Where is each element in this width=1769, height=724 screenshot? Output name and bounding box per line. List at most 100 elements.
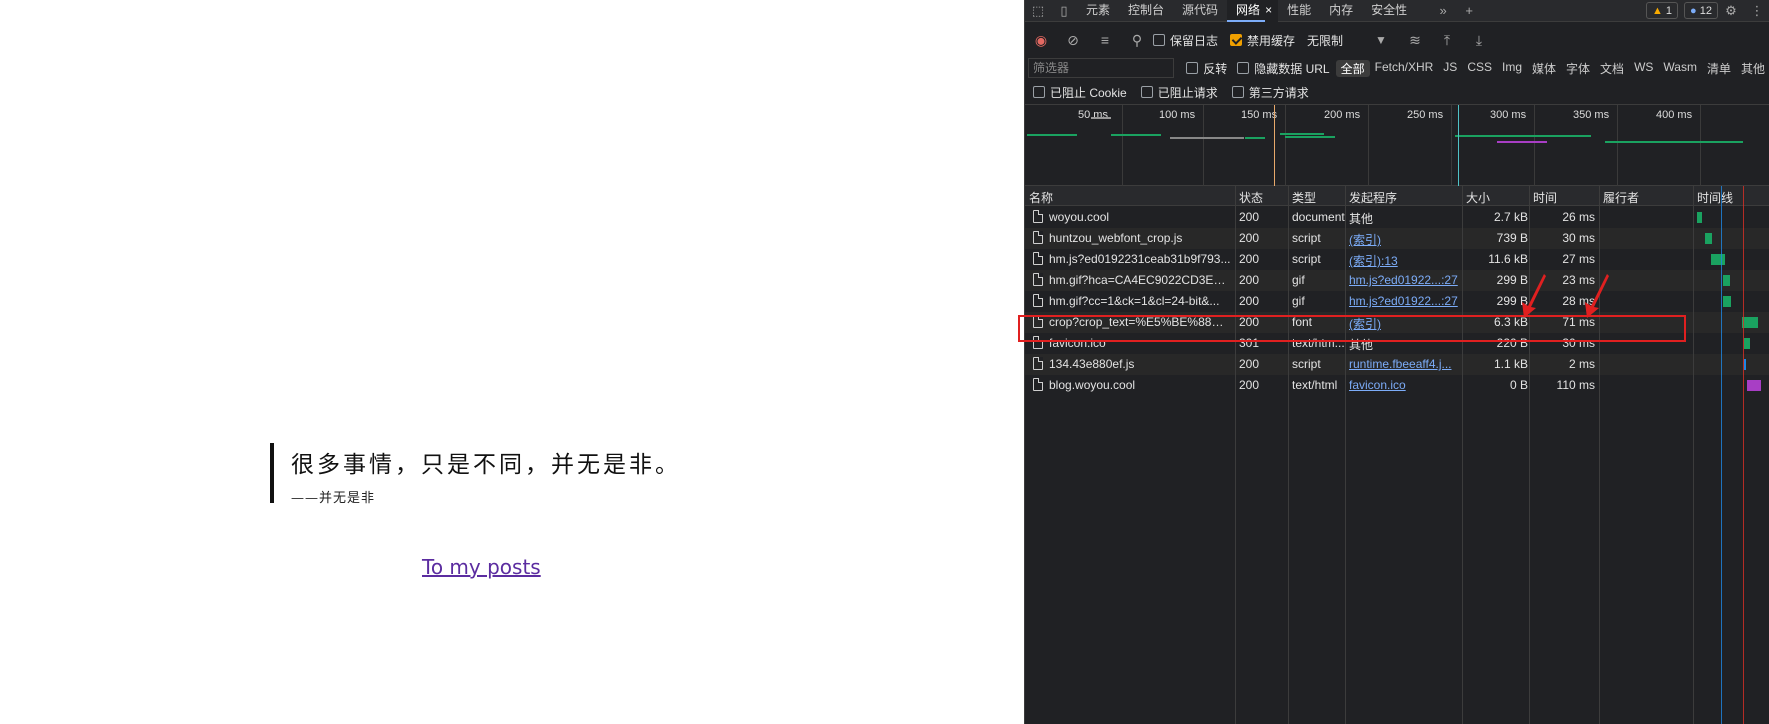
customize-icon[interactable]: ⋮: [1744, 3, 1769, 19]
filter-input[interactable]: 筛选器: [1028, 58, 1175, 78]
type-filter-6[interactable]: 字体: [1561, 60, 1595, 77]
invert-checkbox[interactable]: 反转: [1186, 60, 1227, 77]
messages-badge[interactable]: ● 12: [1684, 2, 1718, 19]
blocked-cookies-checkbox[interactable]: 已阻止 Cookie: [1033, 84, 1127, 101]
column-header[interactable]: 类型: [1292, 189, 1316, 206]
request-table: 名称 状态 类型 发起程序 大小 时间 履行者 时间线 woyou.cool 200 docume…: [1025, 186, 1769, 724]
overview-bar: [1605, 141, 1743, 143]
type-filter-1[interactable]: Fetch/XHR: [1370, 60, 1439, 77]
overview-tick: 100 ms: [1159, 109, 1196, 121]
table-row[interactable]: woyou.cool 200 document 其他 2.7 kB 26 ms: [1025, 207, 1769, 228]
hide-data-urls-checkbox[interactable]: 隐藏数据 URL: [1237, 60, 1330, 77]
cell-time: 30 ms: [1562, 336, 1595, 350]
table-row[interactable]: huntzou_webfont_crop.js 200 script (索引) 739 …: [1025, 228, 1769, 249]
blocked-requests-checkbox[interactable]: 已阻止请求: [1140, 84, 1218, 101]
overview-gridline: [1534, 105, 1535, 187]
warnings-count: 1: [1665, 5, 1673, 17]
type-filter-10[interactable]: 清单: [1702, 60, 1736, 77]
table-row[interactable]: favicon.ico 301 text/htm... 其他 220 B 30 ms: [1025, 333, 1769, 354]
throttle-select[interactable]: 无限制 ▼: [1307, 32, 1387, 49]
table-row[interactable]: crop?crop_text=%E5%BE%88%E... 200 font (索引)…: [1025, 312, 1769, 333]
column-header[interactable]: 时间线: [1697, 189, 1733, 206]
message-icon: ●: [1690, 5, 1697, 17]
column-header[interactable]: 发起程序: [1349, 189, 1397, 206]
blocked-requests-box[interactable]: [1140, 86, 1153, 98]
warnings-badge[interactable]: ▲ 1: [1645, 2, 1679, 19]
table-row[interactable]: 134.43e880ef.js 200 script runtime.fbeeaff4…: [1025, 354, 1769, 375]
column-header[interactable]: 履行者: [1603, 189, 1639, 206]
tab-0[interactable]: 元素: [1077, 0, 1119, 22]
filter-icon[interactable]: ≡: [1089, 32, 1121, 48]
tab-1[interactable]: 控制台: [1119, 0, 1173, 22]
more-tabs-icon[interactable]: »: [1430, 3, 1456, 18]
column-header[interactable]: 时间: [1533, 189, 1557, 206]
table-row[interactable]: blog.woyou.cool 200 text/html favicon.ico 0 …: [1025, 375, 1769, 396]
cell-name: favicon.ico: [1049, 336, 1106, 350]
overview-tick: 400 ms: [1656, 109, 1693, 121]
column-header[interactable]: 大小: [1466, 189, 1490, 206]
overview-tick: 150 ms: [1241, 109, 1278, 121]
cell-initiator: 其他: [1349, 212, 1374, 226]
cell-time: 110 ms: [1556, 378, 1595, 392]
table-row[interactable]: hm.js?ed0192231ceab31b9f793... 200 script (…: [1025, 249, 1769, 270]
type-filter-9[interactable]: Wasm: [1658, 60, 1702, 77]
type-filter-2[interactable]: JS: [1438, 60, 1462, 77]
cell-initiator[interactable]: hm.js?ed01922...:27: [1349, 273, 1459, 287]
overview-gridline: [1122, 105, 1123, 187]
gear-icon[interactable]: ⚙: [1718, 3, 1744, 19]
tab-5[interactable]: 内存: [1320, 0, 1362, 22]
table-row[interactable]: hm.gif?hca=CA4EC9022CD3ECD... 200 gif hm.js…: [1025, 270, 1769, 291]
cell-initiator[interactable]: favicon.ico: [1349, 378, 1459, 392]
network-conditions-icon[interactable]: ≋: [1399, 32, 1431, 49]
cell-initiator[interactable]: runtime.fbeeaff4.j...: [1349, 357, 1459, 371]
disable-cache-box[interactable]: [1230, 34, 1243, 46]
preserve-log-box[interactable]: [1153, 34, 1165, 46]
tab-6[interactable]: 安全性: [1362, 0, 1416, 22]
file-icon: [1033, 357, 1043, 370]
hide-data-urls-box[interactable]: [1237, 62, 1250, 74]
table-row[interactable]: hm.gif?cc=1&ck=1&cl=24-bit&... 200 gif hm.j…: [1025, 291, 1769, 312]
third-party-checkbox[interactable]: 第三方请求: [1231, 84, 1309, 101]
disable-cache-checkbox[interactable]: 禁用缓存: [1230, 32, 1295, 49]
preserve-log-checkbox[interactable]: 保留日志: [1153, 32, 1218, 49]
network-overview[interactable]: 50 ms 100 ms 150 ms 200 ms 250 ms 300 ms 350 m…: [1025, 104, 1769, 187]
clear-icon[interactable]: ⊘: [1057, 32, 1089, 49]
add-tab-icon[interactable]: +: [1456, 3, 1482, 18]
overview-tick: 300 ms: [1490, 109, 1527, 121]
overview-gridline: [1617, 105, 1618, 187]
cell-initiator[interactable]: hm.js?ed01922...:27: [1349, 294, 1459, 308]
cell-status: 200: [1239, 378, 1260, 392]
cell-size: 6.3 kB: [1493, 315, 1528, 329]
column-header[interactable]: 名称: [1029, 189, 1053, 206]
cell-time: 26 ms: [1562, 210, 1595, 224]
table-header: 名称 状态 类型 发起程序 大小 时间 履行者 时间线: [1025, 186, 1769, 206]
tab-2[interactable]: 源代码: [1173, 0, 1227, 22]
export-har-icon[interactable]: ⤓: [1463, 32, 1495, 49]
waterfall-bar: [1723, 275, 1730, 286]
close-icon[interactable]: ×: [1265, 0, 1279, 22]
third-party-box[interactable]: [1231, 86, 1244, 98]
type-filter-8[interactable]: WS: [1629, 60, 1658, 77]
type-filter-11[interactable]: 其他: [1736, 60, 1769, 77]
cell-initiator[interactable]: (索引):13: [1349, 252, 1459, 269]
record-stop-icon[interactable]: ◉: [1025, 32, 1057, 49]
invert-box[interactable]: [1186, 62, 1199, 74]
column-header[interactable]: 状态: [1239, 189, 1263, 206]
cell-initiator[interactable]: (索引): [1349, 315, 1459, 332]
type-filter-3[interactable]: CSS: [1462, 60, 1497, 77]
type-filter-4[interactable]: Img: [1497, 60, 1527, 77]
type-filter-5[interactable]: 媒体: [1527, 60, 1561, 77]
tab-4[interactable]: 性能: [1278, 0, 1320, 22]
posts-link[interactable]: To my posts: [422, 555, 541, 579]
search-icon[interactable]: ⚲: [1121, 32, 1153, 49]
blocked-cookies-box[interactable]: [1033, 86, 1045, 98]
type-filter-7[interactable]: 文档: [1595, 60, 1629, 77]
import-har-icon[interactable]: ⤒: [1431, 32, 1463, 49]
device-toggle-icon[interactable]: ▯: [1051, 3, 1077, 19]
cell-initiator[interactable]: (索引): [1349, 231, 1459, 248]
tab-3[interactable]: 网络: [1227, 0, 1270, 22]
overview-gridline: [1451, 105, 1452, 187]
type-filter-0[interactable]: 全部: [1335, 59, 1370, 77]
inspect-icon[interactable]: ⬚: [1025, 3, 1051, 19]
chevron-down-icon: ▼: [1375, 33, 1387, 47]
